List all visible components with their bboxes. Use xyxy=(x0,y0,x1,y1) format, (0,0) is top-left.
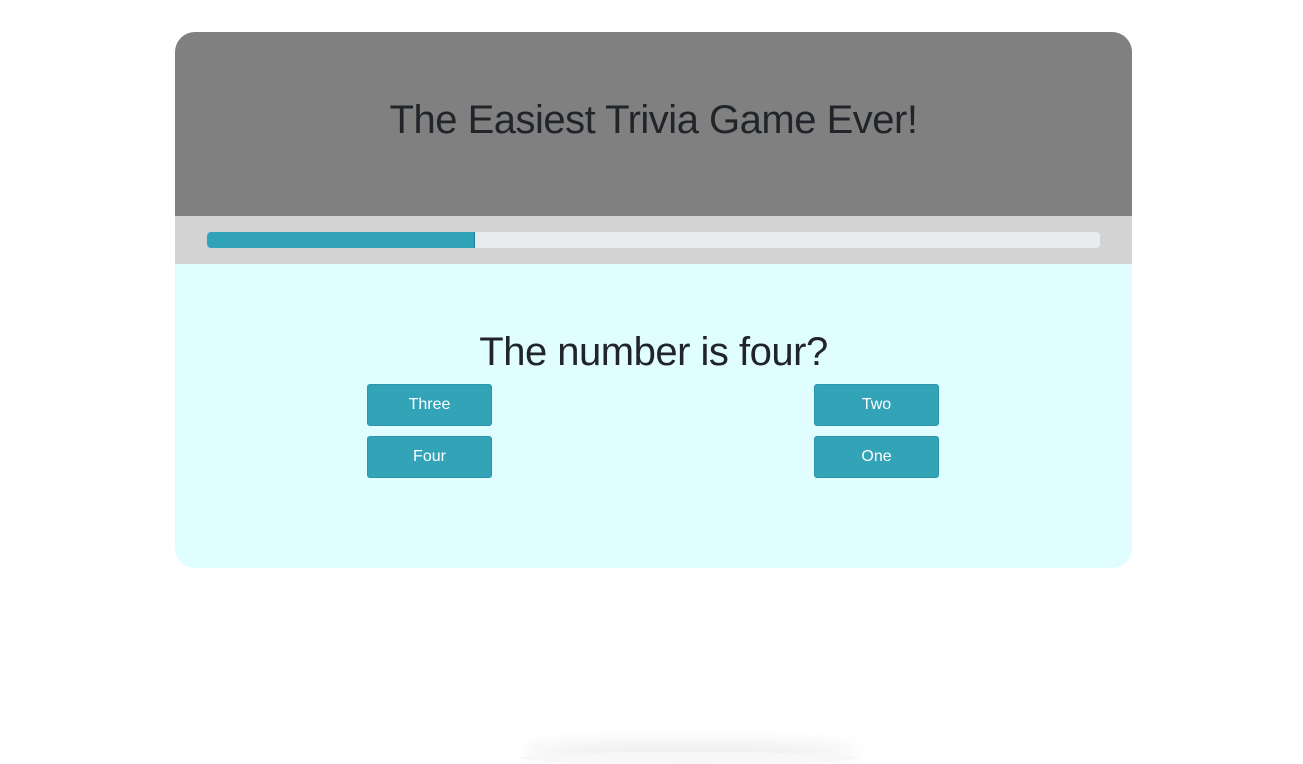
answer-button-four[interactable]: Four xyxy=(367,436,492,478)
trivia-card: The Easiest Trivia Game Ever! The number… xyxy=(175,32,1132,568)
progress-bar-fill xyxy=(207,232,475,248)
question-text: The number is four? xyxy=(479,330,828,374)
progress-bar xyxy=(207,232,1100,248)
bottom-shadow-decoration xyxy=(520,752,860,764)
question-area: The number is four? Three Two Four One xyxy=(175,264,1132,568)
answer-button-one[interactable]: One xyxy=(814,436,939,478)
answer-button-two[interactable]: Two xyxy=(814,384,939,426)
page-title: The Easiest Trivia Game Ever! xyxy=(389,98,918,142)
header: The Easiest Trivia Game Ever! xyxy=(175,32,1132,216)
answer-button-three[interactable]: Three xyxy=(367,384,492,426)
progress-section xyxy=(175,216,1132,264)
